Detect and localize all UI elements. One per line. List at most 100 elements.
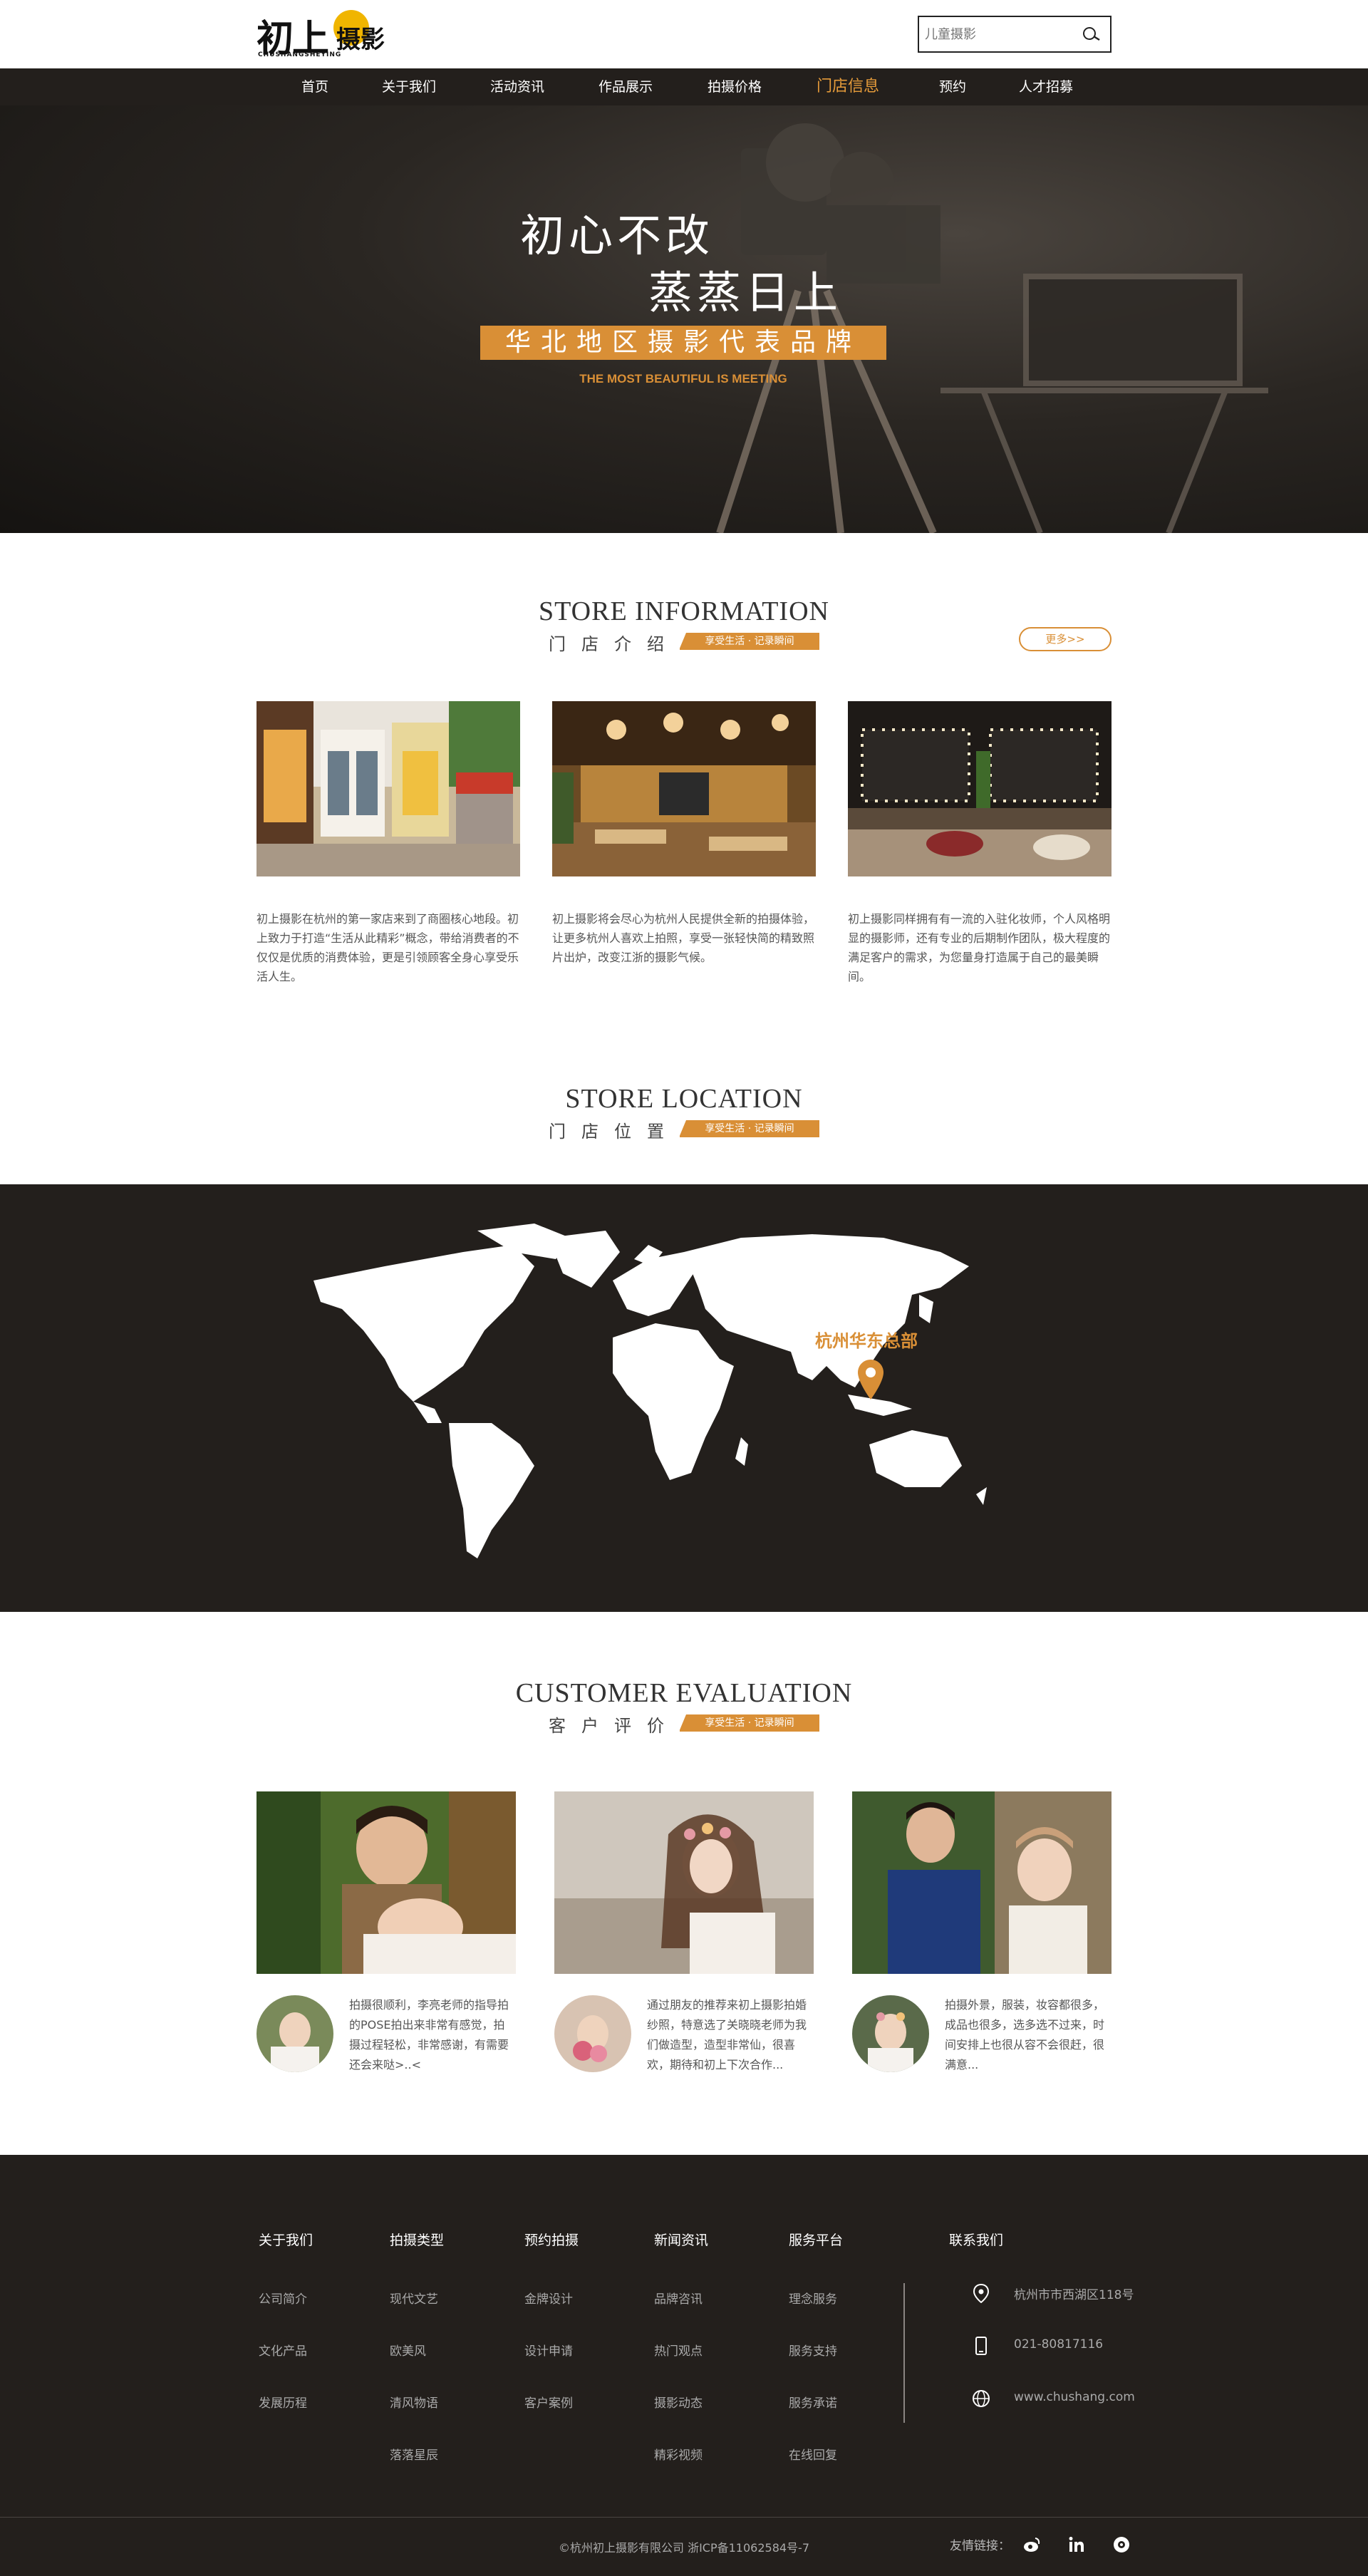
evaluation-title-row: 客户评价 享受生活 · 记录瞬间 xyxy=(549,1712,819,1736)
footer-link[interactable]: 金牌设计 xyxy=(524,2289,579,2341)
store-location-title-row: 门店位置 享受生活 · 记录瞬间 xyxy=(549,1117,819,1142)
nav-item-about[interactable]: 关于我们 xyxy=(382,68,436,105)
footer-col-news: 新闻资讯 品牌咨讯 热门观点 摄影动态 精彩视频 xyxy=(654,2230,708,2497)
footer-col-types: 拍摄类型 现代文艺 欧美风 清风物语 落落星辰 xyxy=(390,2230,444,2497)
store-location-title-cn: 门店位置 xyxy=(549,1122,680,1142)
contact-phone-text: 021-80817116 xyxy=(1014,2337,1104,2352)
location-pin-icon[interactable] xyxy=(858,1360,884,1400)
logo-sub-text: 摄影 xyxy=(336,26,385,54)
site-footer: 关于我们 公司简介 文化产品 发展历程 拍摄类型 现代文艺 欧美风 清风物语 落… xyxy=(0,2155,1368,2576)
review-photo xyxy=(256,1791,516,1974)
avatar xyxy=(554,1995,631,2072)
footer-divider xyxy=(903,2283,905,2423)
review-card[interactable]: 拍摄外景，服装，妆容都很多，成品也很多，选多选不过来，时间安排上也很从容不会很赶… xyxy=(852,1791,1112,2095)
store-location-title: STORE LOCATION 门店位置 享受生活 · 记录瞬间 xyxy=(256,1083,1112,1142)
search-icon[interactable] xyxy=(1082,26,1100,43)
logo-en-text: CHUSHANGSHEYING xyxy=(258,51,342,58)
store-card-text: 初上摄影同样拥有有一流的入驻化妆师，个人风格明显的摄影师，还有专业的后期制作团队… xyxy=(848,912,1111,983)
evaluation-title-cn: 客户评价 xyxy=(549,1716,680,1736)
footer-link[interactable]: 文化产品 xyxy=(259,2341,313,2393)
store-location-tag: 享受生活 · 记录瞬间 xyxy=(679,1120,819,1137)
search-box xyxy=(918,16,1112,53)
avatar xyxy=(852,1995,929,2072)
nav-item-recruit[interactable]: 人才招募 xyxy=(1019,68,1073,105)
review-text: 拍摄外景，服装，妆容都很多，成品也很多，选多选不过来，时间安排上也很从容不会很赶… xyxy=(945,1998,1105,2071)
store-card[interactable]: 初上摄影将会尽心为杭州人民提供全新的拍摄体验，让更多杭州人喜欢上拍照，享受一张轻… xyxy=(552,701,816,967)
hero-brand: 华北地区摄影代表品牌 xyxy=(480,326,886,360)
nav-item-news[interactable]: 活动资讯 xyxy=(490,68,544,105)
weibo-icon[interactable] xyxy=(1022,2535,1041,2554)
avatar xyxy=(256,1995,333,2072)
footer-col-heading: 预约拍摄 xyxy=(524,2233,579,2248)
footer-link[interactable]: 精彩视频 xyxy=(654,2445,708,2497)
review-card[interactable]: 拍摄很顺利，李亮老师的指导拍的POSE拍出来非常有感觉，拍摄过程轻松，非常感谢，… xyxy=(256,1791,516,2095)
footer-link[interactable]: 落落星辰 xyxy=(390,2445,444,2497)
footer-link[interactable]: 热门观点 xyxy=(654,2341,708,2393)
footer-col-about: 关于我们 公司简介 文化产品 发展历程 xyxy=(259,2230,313,2445)
store-info-section: STORE INFORMATION 门店介绍 享受生活 · 记录瞬间 更多>> xyxy=(0,533,1368,1018)
main-nav: 首页 关于我们 活动资讯 作品展示 拍摄价格 门店信息 预约 人才招募 xyxy=(0,68,1368,105)
globe-icon xyxy=(973,2390,990,2407)
hero-line-1: 初心不改 xyxy=(520,210,715,262)
footer-col-heading: 联系我们 xyxy=(949,2233,1004,2248)
nav-item-home[interactable]: 首页 xyxy=(301,68,328,105)
evaluation-section: CUSTOMER EVALUATION 客户评价 享受生活 · 记录瞬间 拍摄很… xyxy=(0,1612,1368,2155)
review-text: 拍摄很顺利，李亮老师的指导拍的POSE拍出来非常有感觉，拍摄过程轻松，非常感谢，… xyxy=(349,1998,509,2071)
review-text: 通过朋友的推荐来初上摄影拍婚纱照，特意选了关晓晓老师为我们做造型，造型非常仙，很… xyxy=(647,1998,807,2071)
footer-link[interactable]: 欧美风 xyxy=(390,2341,444,2393)
footer-link[interactable]: 公司简介 xyxy=(259,2289,313,2341)
nav-item-price[interactable]: 拍摄价格 xyxy=(708,68,762,105)
hero-line-2: 蒸蒸日上 xyxy=(648,267,843,319)
evaluation-title: CUSTOMER EVALUATION 客户评价 享受生活 · 记录瞬间 xyxy=(256,1677,1112,1736)
logo[interactable]: 初上 摄影 CHUSHANGSHEYING xyxy=(256,7,399,61)
store-info-title-en: STORE INFORMATION xyxy=(539,596,829,626)
footer-col-heading: 拍摄类型 xyxy=(390,2233,445,2248)
hero-subtitle: THE MOST BEAUTIFUL IS MEETING xyxy=(579,372,787,386)
store-card-text: 初上摄影在杭州的第一家店来到了商圈核心地段。初上致力于打造“生活从此精彩”概念，… xyxy=(256,912,519,983)
footer-link[interactable]: 现代文艺 xyxy=(390,2289,444,2341)
friend-links-label: 友情链接： xyxy=(950,2539,1010,2553)
nav-item-booking[interactable]: 预约 xyxy=(939,68,966,105)
store-photo-makeup xyxy=(848,701,1112,876)
world-map-section: 杭州华东总部 xyxy=(0,1184,1368,1612)
store-info-tag: 享受生活 · 记录瞬间 xyxy=(679,633,819,650)
more-button[interactable]: 更多>> xyxy=(1019,627,1112,651)
nav-item-stores[interactable]: 门店信息 xyxy=(817,68,879,105)
footer-col-heading: 服务平台 xyxy=(789,2233,844,2248)
review-photo xyxy=(554,1791,814,1974)
pin-label: 杭州华东总部 xyxy=(815,1331,918,1351)
evaluation-tag: 享受生活 · 记录瞬间 xyxy=(679,1714,819,1732)
social-icon[interactable] xyxy=(1112,2535,1131,2554)
footer-link[interactable]: 理念服务 xyxy=(789,2289,843,2341)
footer-link[interactable]: 品牌咨讯 xyxy=(654,2289,708,2341)
linkedin-icon[interactable] xyxy=(1067,2535,1086,2554)
store-photo-lounge xyxy=(552,701,816,876)
store-card[interactable]: 初上摄影在杭州的第一家店来到了商圈核心地段。初上致力于打造“生活从此精彩”概念，… xyxy=(256,701,520,986)
footer-link[interactable]: 客户案例 xyxy=(524,2393,579,2445)
footer-contact: 联系我们 xyxy=(949,2230,1003,2289)
store-location-section: STORE LOCATION 门店位置 享受生活 · 记录瞬间 xyxy=(0,1018,1368,1184)
footer-link[interactable]: 服务支持 xyxy=(789,2341,843,2393)
store-info-title-cn: 门店介绍 xyxy=(549,634,680,654)
store-location-title-en: STORE LOCATION xyxy=(565,1084,803,1114)
search-input[interactable] xyxy=(919,17,1062,51)
store-info-title: STORE INFORMATION 门店介绍 享受生活 · 记录瞬间 xyxy=(256,596,1112,654)
location-icon xyxy=(973,2283,990,2303)
footer-link[interactable]: 在线回复 xyxy=(789,2445,843,2497)
phone-icon xyxy=(975,2337,987,2355)
contact-address-text: 杭州市市西湖区118号 xyxy=(1014,2288,1134,2302)
store-card[interactable]: 初上摄影同样拥有有一流的入驻化妆师，个人风格明显的摄影师，还有专业的后期制作团队… xyxy=(848,701,1112,986)
nav-item-works[interactable]: 作品展示 xyxy=(598,68,653,105)
store-photo-street xyxy=(256,701,520,876)
footer-link[interactable]: 服务承诺 xyxy=(789,2393,843,2445)
footer-link[interactable]: 摄影动态 xyxy=(654,2393,708,2445)
footer-link[interactable]: 清风物语 xyxy=(390,2393,444,2445)
store-card-text: 初上摄影将会尽心为杭州人民提供全新的拍摄体验，让更多杭州人喜欢上拍照，享受一张轻… xyxy=(552,912,815,964)
footer-link[interactable]: 发展历程 xyxy=(259,2393,313,2445)
copyright: ©杭州初上摄影有限公司 浙ICP备11062584号-7 xyxy=(558,2541,810,2555)
hero-banner: 初心不改 蒸蒸日上 华北地区摄影代表品牌 THE MOST BEAUTIFUL … xyxy=(0,105,1368,533)
contact-website-text[interactable]: www.chushang.com xyxy=(1014,2390,1135,2404)
footer-link[interactable]: 设计申请 xyxy=(524,2341,579,2393)
review-card[interactable]: 通过朋友的推荐来初上摄影拍婚纱照，特意选了关晓晓老师为我们做造型，造型非常仙，很… xyxy=(554,1791,814,2095)
footer-col-heading: 关于我们 xyxy=(259,2233,314,2248)
